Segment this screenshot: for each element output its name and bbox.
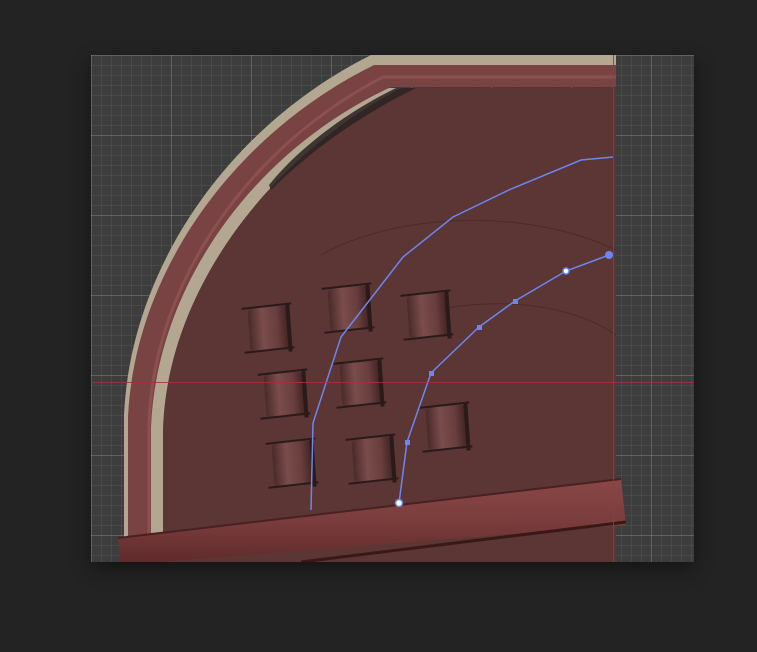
path-anchor-point[interactable] xyxy=(394,498,404,508)
path-control-point[interactable] xyxy=(429,371,434,376)
path-control-point[interactable] xyxy=(477,325,482,330)
guide-line-vertical[interactable] xyxy=(613,55,614,562)
path-control-point[interactable] xyxy=(513,299,518,304)
path-anchor-point[interactable] xyxy=(562,267,570,275)
scene-svg xyxy=(117,55,627,562)
canvas-viewport[interactable] xyxy=(91,55,694,562)
guide-line-horizontal[interactable] xyxy=(91,382,694,383)
path-control-point[interactable] xyxy=(405,440,410,445)
path-endpoint[interactable] xyxy=(605,251,613,259)
